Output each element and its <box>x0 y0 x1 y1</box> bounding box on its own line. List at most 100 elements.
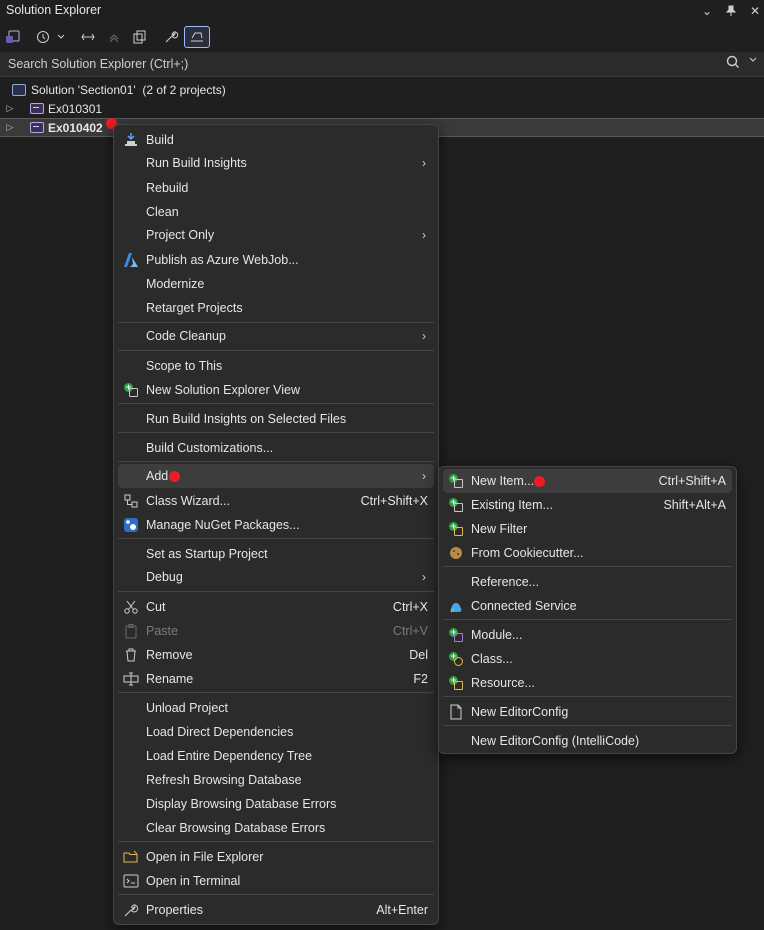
submenu-item-connected-service[interactable]: Connected Service <box>443 594 732 618</box>
history-icon[interactable] <box>32 26 54 48</box>
solution-switch-icon[interactable] <box>2 26 24 48</box>
chevron-right-icon: › <box>422 156 426 170</box>
menu-item-refresh-browsing-db[interactable]: Refresh Browsing Database <box>118 768 434 792</box>
menu-item-scope-to-this[interactable]: Scope to This <box>118 354 434 378</box>
expand-triangle-icon[interactable]: ▷ <box>4 122 16 133</box>
title-bar: Solution Explorer ⌄ ✕ <box>0 0 764 22</box>
menu-item-modernize[interactable]: Modernize <box>118 272 434 296</box>
class-icon: + <box>447 650 465 668</box>
menu-item-build[interactable]: Build <box>118 128 434 152</box>
menu-item-unload-project[interactable]: Unload Project <box>118 696 434 720</box>
menu-separator <box>118 538 434 539</box>
menu-separator <box>118 461 434 462</box>
trash-icon <box>122 646 140 664</box>
copy-view-icon[interactable] <box>129 26 151 48</box>
menu-item-load-entire-dependency-tree[interactable]: Load Entire Dependency Tree <box>118 744 434 768</box>
submenu-item-from-cookiecutter[interactable]: From Cookiecutter... <box>443 541 732 565</box>
menu-separator <box>118 322 434 323</box>
red-marker <box>169 470 180 482</box>
collapse-icon[interactable] <box>103 26 125 48</box>
chevron-right-icon: › <box>422 329 426 343</box>
menu-item-debug[interactable]: Debug › <box>118 565 434 589</box>
submenu-item-new-editorconfig-intellicode[interactable]: New EditorConfig (IntelliCode) <box>443 729 732 753</box>
submenu-item-new-filter[interactable]: + New Filter <box>443 517 732 541</box>
class-wizard-icon <box>122 492 140 510</box>
chevron-down-icon[interactable] <box>54 26 68 48</box>
submenu-item-new-item[interactable]: + New Item... Ctrl+Shift+A <box>443 469 732 493</box>
submenu-item-class[interactable]: + Class... <box>443 647 732 671</box>
menu-item-code-cleanup[interactable]: Code Cleanup › <box>118 324 434 348</box>
submenu-item-module[interactable]: + Module... <box>443 623 732 647</box>
menu-item-clear-browsing-db-errors[interactable]: Clear Browsing Database Errors <box>118 816 434 840</box>
document-icon <box>447 703 465 721</box>
menu-item-run-build-insights-selected[interactable]: Run Build Insights on Selected Files <box>118 407 434 431</box>
submenu-item-reference[interactable]: Reference... <box>443 570 732 594</box>
toolbar <box>0 24 764 50</box>
menu-separator <box>118 591 434 592</box>
project-label: Ex010301 <box>48 101 103 116</box>
menu-item-load-direct-dependencies[interactable]: Load Direct Dependencies <box>118 720 434 744</box>
menu-item-properties[interactable]: Properties Alt+Enter <box>118 898 434 922</box>
menu-separator <box>118 841 434 842</box>
red-marker <box>534 475 545 487</box>
window-title: Solution Explorer <box>6 3 102 17</box>
menu-separator <box>118 692 434 693</box>
module-icon: + <box>447 626 465 644</box>
menu-item-run-build-insights[interactable]: Run Build Insights › <box>118 151 434 175</box>
menu-item-rename[interactable]: Rename F2 <box>118 667 434 691</box>
menu-item-publish-azure[interactable]: Publish as Azure WebJob... <box>118 248 434 272</box>
project-icon <box>30 103 44 114</box>
menu-separator <box>118 403 434 404</box>
search-bar[interactable]: Search Solution Explorer (Ctrl+;) <box>0 52 764 77</box>
menu-item-set-startup[interactable]: Set as Startup Project <box>118 542 434 566</box>
menu-item-paste[interactable]: Paste Ctrl+V <box>118 619 434 643</box>
menu-separator <box>443 725 732 726</box>
menu-item-add[interactable]: Add › <box>118 464 434 488</box>
close-icon[interactable]: ✕ <box>746 2 764 20</box>
paste-icon <box>122 622 140 640</box>
menu-item-build-customizations[interactable]: Build Customizations... <box>118 436 434 460</box>
wrench-icon <box>122 901 140 919</box>
sync-icon[interactable] <box>77 26 99 48</box>
terminal-icon <box>122 872 140 890</box>
menu-item-cut[interactable]: Cut Ctrl+X <box>118 595 434 619</box>
new-item-icon: + <box>447 472 465 490</box>
menu-item-open-in-file-explorer[interactable]: Open in File Explorer <box>118 845 434 869</box>
menu-separator <box>118 432 434 433</box>
menu-item-clean[interactable]: Clean <box>118 200 434 224</box>
menu-item-project-only[interactable]: Project Only › <box>118 223 434 247</box>
preview-toggle-icon[interactable] <box>184 26 210 48</box>
resource-icon: + <box>447 674 465 692</box>
submenu-item-resource[interactable]: + Resource... <box>443 671 732 695</box>
submenu-item-existing-item[interactable]: + Existing Item... Shift+Alt+A <box>443 493 732 517</box>
search-input[interactable]: Search Solution Explorer (Ctrl+;) <box>8 57 188 71</box>
menu-item-rebuild[interactable]: Rebuild <box>118 176 434 200</box>
expand-triangle-icon[interactable]: ▷ <box>4 103 16 114</box>
menu-item-remove[interactable]: Remove Del <box>118 643 434 667</box>
rename-icon <box>122 670 140 688</box>
solution-node[interactable]: Solution 'Section01' (2 of 2 projects) <box>0 80 764 99</box>
azure-icon <box>122 251 140 269</box>
menu-item-retarget-projects[interactable]: Retarget Projects <box>118 296 434 320</box>
connected-service-icon <box>447 597 465 615</box>
window-dropdown-button[interactable]: ⌄ <box>698 2 716 20</box>
solution-label: Solution 'Section01' (2 of 2 projects) <box>31 82 226 97</box>
submenu-item-new-editorconfig[interactable]: New EditorConfig <box>443 700 732 724</box>
chevron-right-icon: › <box>422 469 426 483</box>
search-icon[interactable] <box>726 55 740 72</box>
project-node[interactable]: ▷ Ex010301 <box>0 99 764 118</box>
new-filter-icon: + <box>447 520 465 538</box>
add-submenu: + New Item... Ctrl+Shift+A + Existing It… <box>438 466 737 754</box>
menu-item-open-in-terminal[interactable]: Open in Terminal <box>118 869 434 893</box>
menu-item-class-wizard[interactable]: Class Wizard... Ctrl+Shift+X <box>118 489 434 513</box>
solution-icon <box>12 83 26 96</box>
menu-item-manage-nuget[interactable]: Manage NuGet Packages... <box>118 513 434 537</box>
menu-separator <box>118 350 434 351</box>
wrench-icon[interactable] <box>160 26 182 48</box>
pin-icon[interactable] <box>722 2 740 20</box>
menu-item-new-solution-explorer-view[interactable]: + New Solution Explorer View <box>118 378 434 402</box>
chevron-right-icon: › <box>422 228 426 242</box>
search-options-chevron-icon[interactable] <box>748 55 758 68</box>
new-view-icon: + <box>122 381 140 399</box>
menu-item-display-browsing-db-errors[interactable]: Display Browsing Database Errors <box>118 792 434 816</box>
